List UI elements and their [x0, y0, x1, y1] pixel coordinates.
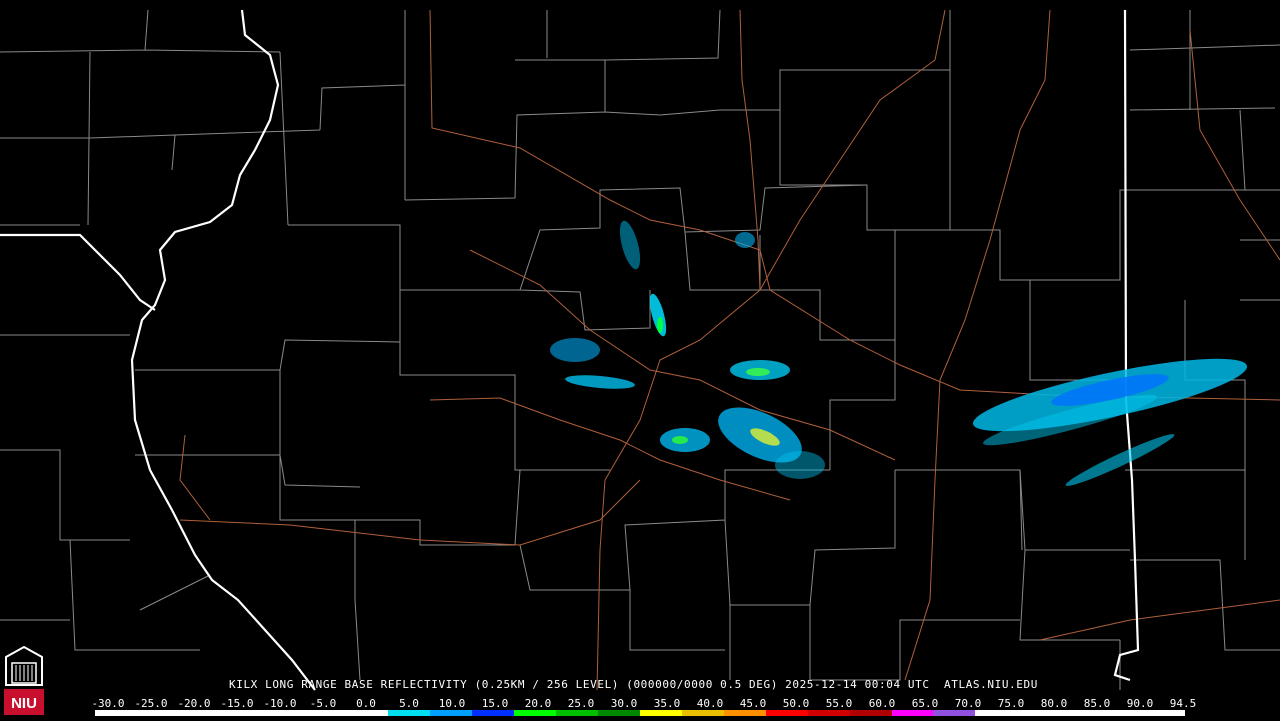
radar-map: [0, 0, 1280, 720]
scale-color-swatch: [975, 710, 1018, 716]
scale-color-swatch: [556, 710, 599, 716]
scale-tick-label: -10.0: [263, 697, 297, 710]
scale-tick-label: 60.0: [868, 697, 896, 710]
reflectivity-color-bar: [95, 710, 1185, 716]
scale-tick-label: 94.5: [1169, 697, 1197, 710]
scale-tick-label: 75.0: [997, 697, 1025, 710]
scale-tick-label: -30.0: [91, 697, 125, 710]
scale-color-swatch: [681, 710, 724, 716]
scale-color-swatch: [1101, 710, 1144, 716]
scale-color-swatch: [304, 710, 347, 716]
scale-tick-label: -20.0: [177, 697, 211, 710]
scale-tick-label: 20.0: [524, 697, 552, 710]
scale-color-swatch: [765, 710, 808, 716]
scale-color-swatch: [262, 710, 305, 716]
product-caption: KILX LONG RANGE BASE REFLECTIVITY (0.25K…: [229, 678, 1038, 691]
scale-tick-label: 5.0: [399, 697, 419, 710]
scale-color-swatch: [807, 710, 850, 716]
scale-tick-label: 85.0: [1083, 697, 1111, 710]
scale-color-swatch: [514, 710, 557, 716]
scale-tick-label: 0.0: [356, 697, 376, 710]
scale-tick-label: 80.0: [1040, 697, 1068, 710]
niu-logo: NIU: [2, 645, 46, 717]
scale-color-swatch: [472, 710, 515, 716]
scale-tick-label: 70.0: [954, 697, 982, 710]
scale-tick-label: 35.0: [653, 697, 681, 710]
scale-color-swatch: [1059, 710, 1102, 716]
scale-color-swatch: [430, 710, 473, 716]
svg-text:NIU: NIU: [11, 695, 37, 712]
scale-color-swatch: [723, 710, 766, 716]
scale-color-swatch: [639, 710, 682, 716]
scale-color-swatch: [1143, 710, 1185, 716]
scale-color-swatch: [388, 710, 431, 716]
scale-tick-label: 10.0: [438, 697, 466, 710]
scale-color-swatch: [136, 710, 179, 716]
scale-tick-label: -25.0: [134, 697, 168, 710]
scale-tick-label: 90.0: [1126, 697, 1154, 710]
scale-tick-label: 25.0: [567, 697, 595, 710]
scale-tick-label: 45.0: [739, 697, 767, 710]
scale-tick-label: 40.0: [696, 697, 724, 710]
scale-tick-label: -5.0: [309, 697, 337, 710]
scale-tick-label: 30.0: [610, 697, 638, 710]
scale-tick-label: 65.0: [911, 697, 939, 710]
scale-tick-label: -15.0: [220, 697, 254, 710]
scale-tick-label: 55.0: [825, 697, 853, 710]
scale-color-swatch: [220, 710, 263, 716]
scale-color-swatch: [346, 710, 389, 716]
scale-tick-label: 50.0: [782, 697, 810, 710]
scale-color-swatch: [95, 710, 137, 716]
reflectivity-scale-labels: -30.0 -25.0 -20.0 -15.0 -10.0 -5.0 0.0 5.0 10.0 1…: [90, 697, 1200, 710]
scale-color-swatch: [178, 710, 221, 716]
scale-tick-label: 15.0: [481, 697, 509, 710]
scale-color-swatch: [891, 710, 934, 716]
scale-color-swatch: [933, 710, 976, 716]
scale-color-swatch: [849, 710, 892, 716]
scale-color-swatch: [1017, 710, 1060, 716]
scale-color-swatch: [598, 710, 640, 716]
